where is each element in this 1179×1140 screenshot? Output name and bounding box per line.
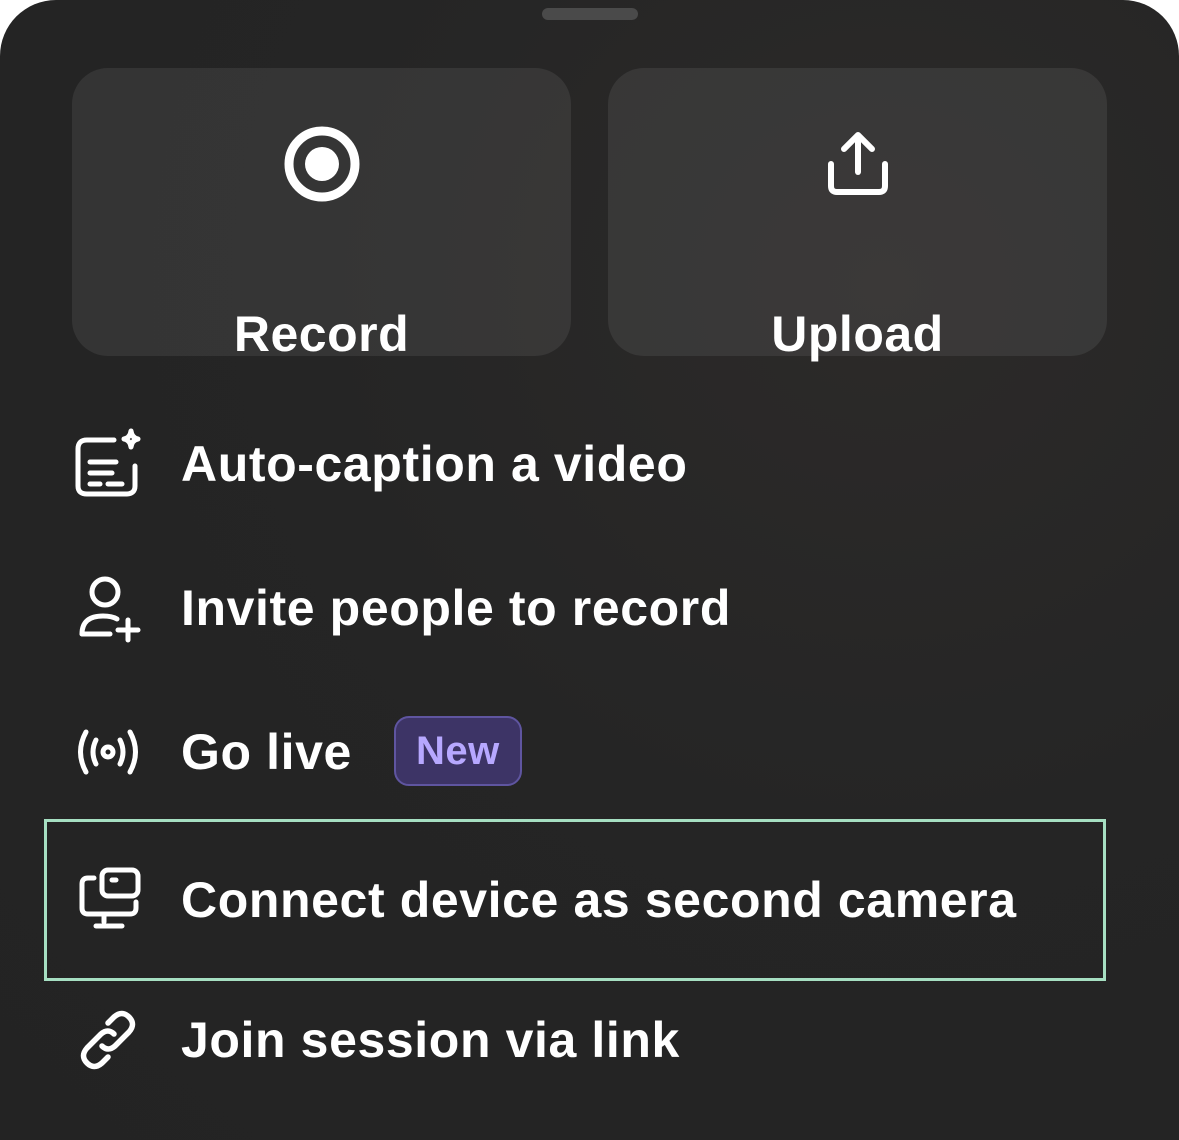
caption-sparkle-icon (72, 428, 144, 500)
record-button[interactable]: Record (72, 68, 571, 362)
menu-item-connect-second-camera[interactable]: Connect device as second camera (44, 819, 1106, 981)
upload-label: Upload (771, 306, 944, 362)
menu-item-label: Go live (181, 724, 352, 780)
upload-button[interactable]: Upload (608, 68, 1107, 362)
menu-item-go-live[interactable]: Go live New (44, 671, 1106, 833)
sheet-grabber-handle[interactable] (542, 8, 638, 20)
broadcast-icon (72, 716, 144, 788)
second-camera-device-icon (74, 864, 146, 936)
upload-icon (816, 122, 900, 206)
menu-item-join-session[interactable]: Join session via link (44, 959, 1106, 1121)
menu-item-label: Invite people to record (181, 580, 732, 636)
menu-item-invite-people[interactable]: Invite people to record (44, 527, 1106, 689)
bottom-sheet: Record Upload Auto-caption a video Invit… (0, 0, 1179, 1140)
record-label: Record (233, 306, 410, 362)
menu-item-label: Join session via link (181, 1012, 680, 1068)
record-icon (280, 122, 364, 206)
link-icon (72, 1004, 144, 1076)
menu-item-auto-caption[interactable]: Auto-caption a video (44, 383, 1106, 545)
menu-item-label: Connect device as second camera (181, 872, 1017, 928)
add-user-icon (72, 572, 144, 644)
menu-item-label: Auto-caption a video (181, 436, 688, 492)
new-badge: New (394, 716, 522, 786)
